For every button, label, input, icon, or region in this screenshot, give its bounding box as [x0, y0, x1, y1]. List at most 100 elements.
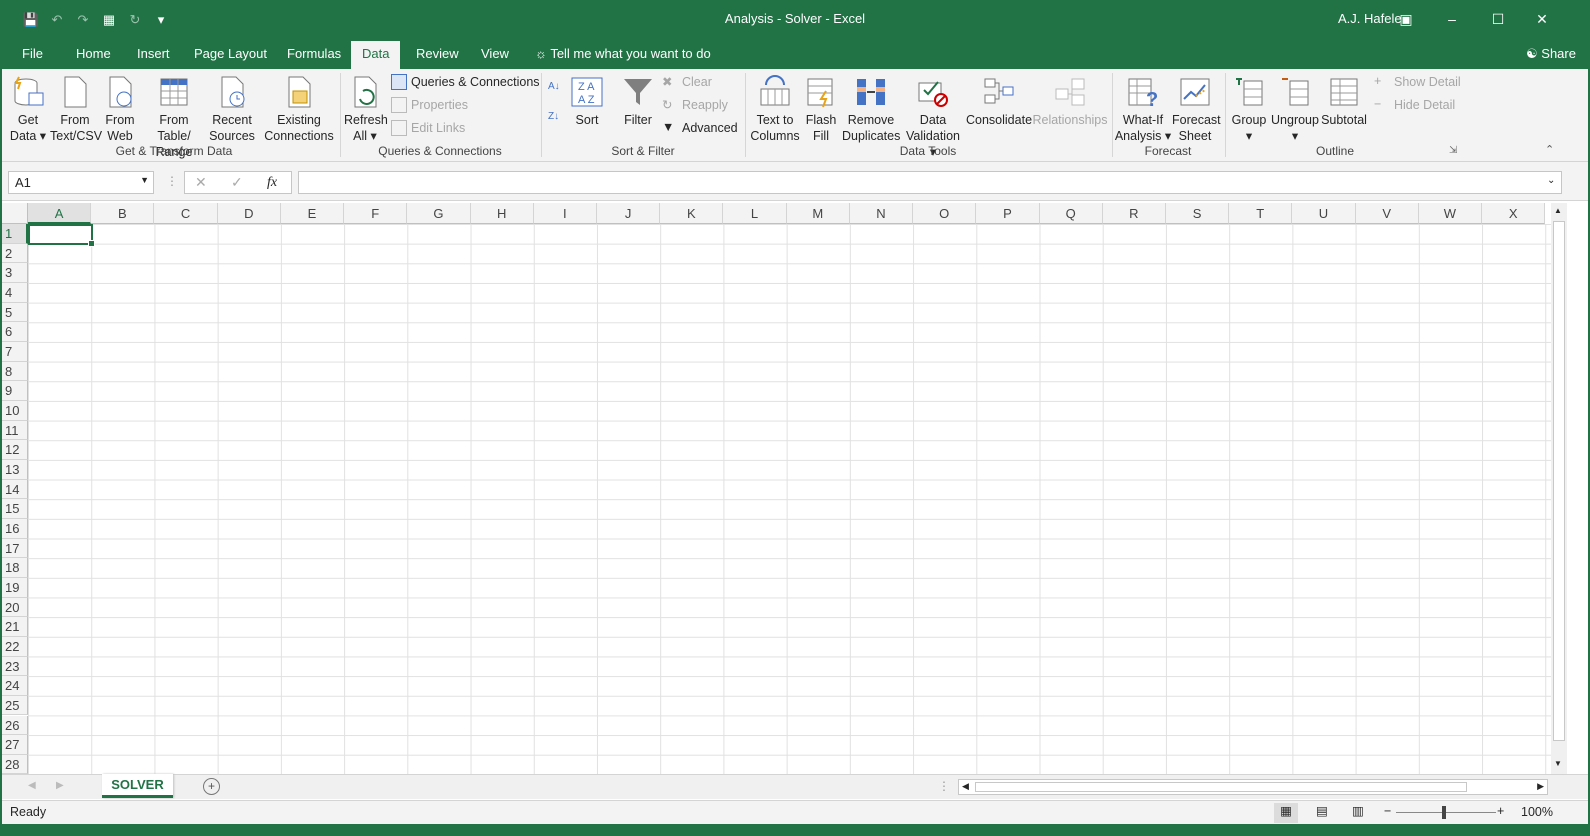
consolidate-button[interactable]: Consolidate [966, 75, 1032, 128]
collapse-ribbon-icon[interactable]: ⌃ [1545, 143, 1554, 156]
user-name[interactable]: A.J. Hafele [1338, 11, 1402, 26]
row-header[interactable]: 23 [0, 656, 28, 677]
new-sheet-icon[interactable]: + [203, 778, 220, 795]
horizontal-scroll-thumb[interactable] [975, 782, 1467, 792]
row-header[interactable]: 16 [0, 518, 28, 539]
column-header[interactable]: W [1418, 203, 1483, 224]
tab-review[interactable]: Review [416, 46, 459, 61]
active-cell[interactable] [28, 224, 95, 247]
sort-button[interactable]: Z AA Z Sort [570, 75, 604, 128]
show-detail-button[interactable]: + Show Detail [1374, 72, 1461, 92]
sort-ascending-button[interactable]: A↓ [548, 79, 564, 99]
properties-button[interactable]: Properties [391, 95, 468, 115]
outline-dialog-launcher-icon[interactable]: ⇲ [1449, 145, 1457, 156]
next-sheet-icon[interactable]: ▶ [56, 780, 64, 791]
column-header[interactable]: U [1292, 203, 1356, 224]
zoom-slider-thumb[interactable] [1442, 806, 1446, 819]
column-header[interactable]: J [596, 203, 661, 224]
row-header[interactable]: 12 [0, 440, 28, 460]
column-header[interactable]: R [1102, 203, 1166, 224]
sort-descending-button[interactable]: Z↓ [548, 109, 564, 129]
tab-formulas[interactable]: Formulas [287, 46, 341, 61]
zoom-level[interactable]: 100% [1521, 805, 1553, 819]
clear-filter-button[interactable]: ✖ Clear [662, 72, 712, 92]
column-header[interactable]: K [660, 203, 724, 224]
what-if-analysis-button[interactable]: ? What-If Analysis ▾ [1114, 75, 1172, 144]
row-header[interactable]: 18 [0, 558, 28, 578]
normal-view-icon[interactable]: ▦ [1274, 803, 1298, 823]
row-header[interactable]: 26 [0, 715, 28, 736]
recent-sources-button[interactable]: Recent Sources [209, 75, 255, 144]
column-header[interactable]: M [786, 203, 850, 224]
row-header[interactable]: 22 [0, 636, 28, 657]
row-header[interactable]: 11 [0, 420, 28, 441]
row-header[interactable]: 25 [0, 695, 28, 716]
tab-file[interactable]: File [22, 46, 43, 61]
text-to-columns-button[interactable]: Text to Columns [749, 75, 801, 144]
forecast-sheet-button[interactable]: Forecast Sheet [1172, 75, 1221, 144]
subtotal-button[interactable]: Subtotal [1320, 75, 1368, 128]
row-header[interactable]: 24 [0, 676, 28, 696]
row-header[interactable]: 14 [0, 479, 28, 500]
zoom-out-icon[interactable]: − [1384, 804, 1391, 818]
column-header[interactable]: C [154, 203, 218, 224]
column-header[interactable]: D [217, 203, 281, 224]
scroll-down-icon[interactable]: ▼ [1554, 759, 1562, 768]
row-header[interactable]: 6 [0, 322, 28, 342]
share-button[interactable]: ☯ Share [1526, 46, 1576, 62]
remove-duplicates-button[interactable]: Remove Duplicates [842, 75, 900, 144]
column-header[interactable]: T [1229, 203, 1293, 224]
row-header[interactable]: 1 [0, 224, 28, 244]
row-header[interactable]: 4 [0, 282, 28, 303]
tab-split-grip-icon[interactable]: ⋮ [938, 779, 950, 793]
column-header[interactable]: N [849, 203, 914, 224]
column-header[interactable]: O [913, 203, 977, 224]
select-all-button[interactable] [0, 203, 28, 224]
horizontal-scrollbar[interactable]: ◀ ▶ [958, 779, 1548, 795]
page-break-view-icon[interactable]: ▥ [1352, 803, 1364, 818]
scroll-right-icon[interactable]: ▶ [1537, 781, 1544, 792]
row-header[interactable]: 5 [0, 302, 28, 323]
column-header[interactable]: A [28, 203, 92, 224]
row-header[interactable]: 17 [0, 538, 28, 559]
column-header[interactable]: S [1165, 203, 1230, 224]
vertical-scrollbar[interactable]: ▲ ▼ [1551, 203, 1567, 774]
relationships-button[interactable]: Relationships [1032, 75, 1108, 128]
row-header[interactable]: 15 [0, 499, 28, 519]
tell-me-search[interactable]: ☼ Tell me what you want to do [535, 46, 711, 61]
tab-page-layout[interactable]: Page Layout [194, 46, 267, 61]
ungroup-button[interactable]: Ungroup ▾ [1271, 75, 1319, 144]
insert-function-icon[interactable]: fx [267, 175, 277, 191]
minimize-icon[interactable]: – [1440, 7, 1464, 31]
scroll-up-icon[interactable]: ▲ [1554, 206, 1562, 215]
column-header[interactable]: V [1355, 203, 1419, 224]
column-header[interactable]: E [280, 203, 345, 224]
row-header[interactable]: 13 [0, 459, 28, 480]
close-icon[interactable]: ✕ [1530, 7, 1554, 31]
reapply-button[interactable]: ↻ Reapply [662, 95, 728, 115]
name-box-dropdown-icon[interactable]: ▼ [140, 175, 149, 185]
column-header[interactable]: B [91, 203, 155, 224]
tab-view[interactable]: View [481, 46, 509, 61]
zoom-slider[interactable] [1396, 812, 1496, 813]
refresh-all-button[interactable]: Refresh All ▾ [344, 75, 388, 144]
hide-detail-button[interactable]: − Hide Detail [1374, 95, 1455, 115]
queries-connections-button[interactable]: Queries & Connections [391, 72, 540, 92]
column-header[interactable]: X [1482, 203, 1546, 224]
prev-sheet-icon[interactable]: ◀ [28, 780, 36, 791]
existing-connections-button[interactable]: Existing Connections [264, 75, 334, 144]
row-header[interactable]: 28 [0, 754, 28, 774]
row-header[interactable]: 8 [0, 361, 28, 382]
column-header[interactable]: G [407, 203, 471, 224]
flash-fill-button[interactable]: Flash Fill [804, 75, 838, 144]
enter-icon[interactable]: ✓ [231, 174, 243, 191]
row-header[interactable]: 19 [0, 577, 28, 598]
get-data-button[interactable]: Get Data ▾ [8, 75, 48, 144]
row-header[interactable]: 3 [0, 263, 28, 283]
column-header[interactable]: I [533, 203, 597, 224]
vertical-scroll-thumb[interactable] [1553, 221, 1565, 741]
from-text-csv-button[interactable]: From Text/CSV [50, 75, 102, 144]
tab-home[interactable]: Home [76, 46, 111, 61]
row-header[interactable]: 27 [0, 735, 28, 755]
row-header[interactable]: 20 [0, 597, 28, 618]
